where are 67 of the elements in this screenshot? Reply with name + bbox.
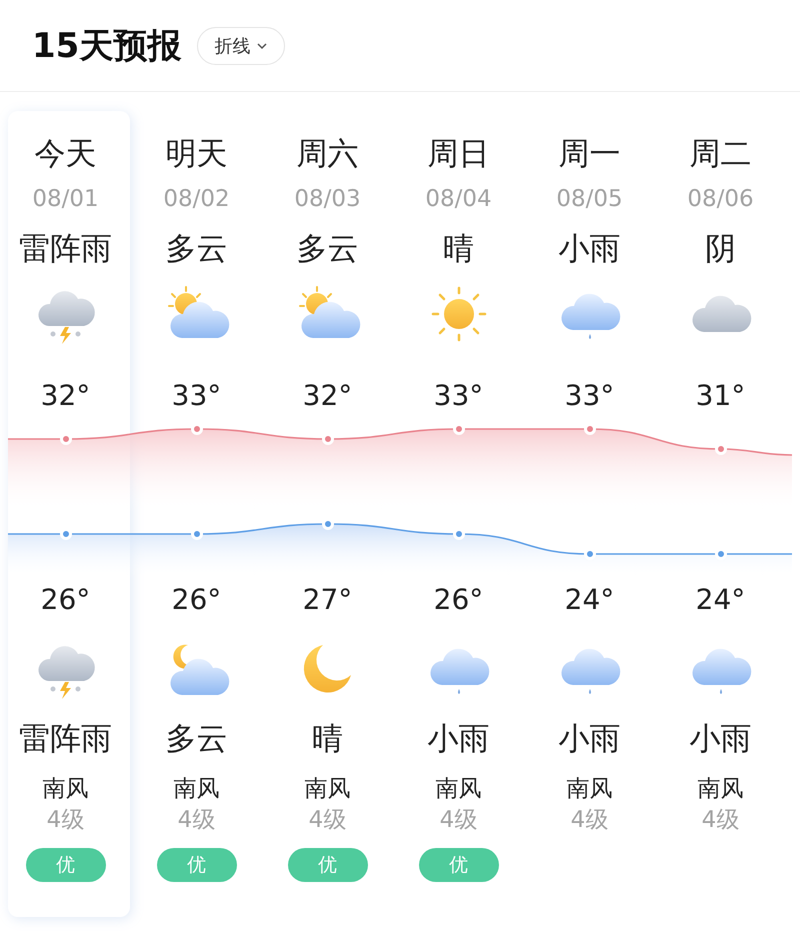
data-point: [191, 423, 203, 435]
weather-label: 多云: [296, 230, 358, 269]
air-quality-badge: 优: [26, 848, 106, 882]
date-label: 08/03: [294, 186, 361, 212]
data-point: [453, 423, 465, 435]
wind-direction: 南风: [566, 775, 612, 804]
weather-label: 晴: [312, 720, 343, 759]
data-point: [453, 528, 465, 540]
high-temperature: 33°: [564, 378, 614, 414]
day-name[interactable]: 明天: [166, 134, 228, 174]
wind-level: 4级: [178, 806, 216, 834]
low-temperature: 26°: [40, 582, 90, 618]
high-temperature: 33°: [434, 378, 484, 414]
wind-level: 4级: [308, 806, 346, 834]
data-point: [60, 528, 72, 540]
chevron-down-icon: [256, 42, 268, 50]
weather-label: 多云: [166, 230, 228, 269]
wind-level: 4级: [440, 806, 478, 834]
day-name[interactable]: 周日: [428, 134, 490, 174]
weather-label: 晴: [443, 230, 474, 269]
wind-level: 4级: [702, 806, 740, 834]
low-temperature: 24°: [564, 582, 614, 618]
low-temperature: 27°: [302, 582, 352, 618]
weather-label: 雷阵雨: [19, 720, 112, 759]
high-temperature: 31°: [696, 378, 746, 414]
data-point: [322, 433, 334, 445]
date-label: 08/01: [32, 186, 99, 212]
low-temperature: 24°: [696, 582, 746, 618]
day-name[interactable]: 今天: [34, 134, 96, 174]
wind-direction: 南风: [698, 775, 744, 804]
high-temperature: 33°: [172, 378, 222, 414]
chart-mode-dropdown[interactable]: 折线: [197, 26, 286, 64]
wind-level: 4级: [570, 806, 608, 834]
air-quality-badge: 优: [156, 848, 236, 882]
data-point: [715, 548, 727, 560]
data-point: [715, 443, 727, 455]
weather-label: 小雨: [428, 720, 490, 759]
wind-direction: 南风: [304, 775, 350, 804]
data-point: [584, 423, 596, 435]
data-point: [60, 433, 72, 445]
wind-level: 4级: [46, 806, 84, 834]
low-temperature: 26°: [172, 582, 222, 618]
high-temperature: 32°: [40, 378, 90, 414]
weather-label: 小雨: [558, 720, 620, 759]
day-name[interactable]: 周六: [296, 134, 358, 174]
air-quality-badge: 优: [418, 848, 498, 882]
date-label: 08/02: [163, 186, 230, 212]
data-point: [322, 518, 334, 530]
day-name[interactable]: 周二: [690, 134, 752, 174]
weather-label: 小雨: [690, 720, 752, 759]
wind-direction: 南风: [436, 775, 482, 804]
wind-direction: 南风: [174, 775, 220, 804]
data-point: [584, 548, 596, 560]
low-temperature: 26°: [434, 582, 484, 618]
weather-label: 阴: [705, 230, 736, 269]
wind-direction: 南风: [42, 775, 88, 804]
data-point: [191, 528, 203, 540]
date-label: 08/05: [556, 186, 623, 212]
air-quality-badge: 优: [288, 848, 368, 882]
day-name[interactable]: 周一: [558, 134, 620, 174]
weather-label: 雷阵雨: [19, 230, 112, 269]
page-title: 15天预报: [32, 24, 182, 68]
weather-label: 小雨: [558, 230, 620, 269]
date-label: 08/06: [687, 186, 754, 212]
weather-label: 多云: [166, 720, 228, 759]
date-label: 08/04: [425, 186, 492, 212]
high-temperature: 32°: [302, 378, 352, 414]
